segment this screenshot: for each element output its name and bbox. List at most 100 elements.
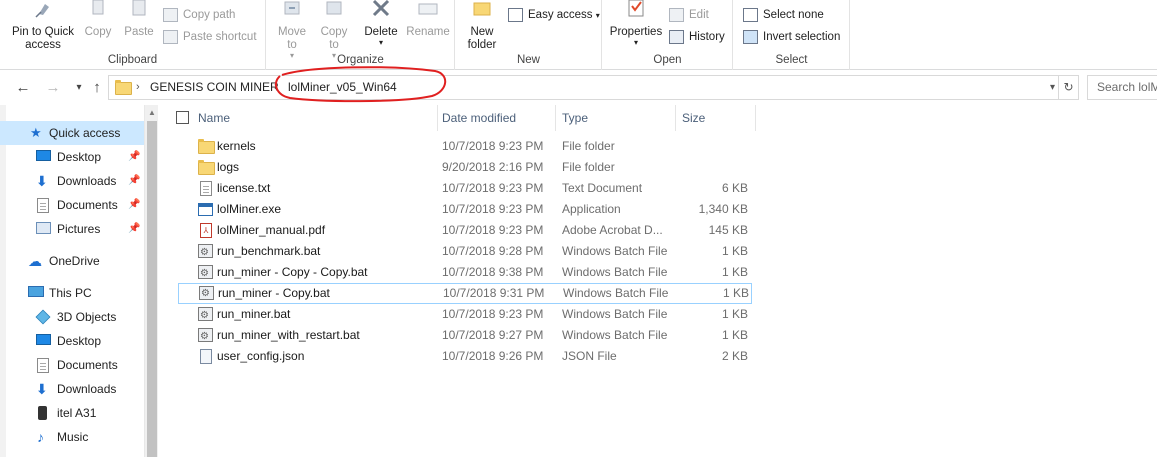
pin-icon[interactable]: 📌	[128, 145, 140, 169]
easy-access-label: Easy access	[528, 9, 593, 21]
annotation-circle	[274, 66, 447, 103]
edit-button[interactable]: Edit	[669, 6, 709, 24]
properties-icon	[628, 0, 644, 17]
file-row[interactable]: lolMiner.exe 10/7/2018 9:23 PM Application…	[178, 199, 752, 220]
file-date-modified: 10/7/2018 9:23 PM	[442, 307, 544, 321]
file-row[interactable]: run_miner - Copy - Copy.bat 10/7/2018 9:3…	[178, 262, 752, 284]
breadcrumb-separator: ›	[136, 81, 140, 93]
nav-item-desktop[interactable]: Desktop	[0, 329, 144, 353]
scrollbar-thumb[interactable]	[147, 121, 157, 457]
file-type: Text Document	[562, 181, 643, 195]
easy-access-icon	[508, 8, 523, 22]
nav-item-label: itel A31	[57, 406, 97, 420]
file-name: run_miner - Copy - Copy.bat	[217, 265, 368, 279]
paste-icon	[132, 0, 146, 16]
up-button[interactable]: ↑	[88, 79, 106, 97]
properties-button[interactable]: Properties ▾	[607, 0, 665, 47]
nav-item-documents[interactable]: Documents	[0, 353, 144, 377]
refresh-button[interactable]: ↻	[1059, 75, 1079, 100]
nav-item-this-pc[interactable]: This PC	[0, 281, 144, 305]
nav-item-quick-access[interactable]: ★ Quick access	[0, 121, 144, 145]
pin-icon[interactable]: 📌	[128, 217, 140, 241]
pin-quick-access-label: Pin to Quick access	[12, 26, 74, 51]
file-name: kernels	[217, 139, 256, 153]
file-date-modified: 10/7/2018 9:26 PM	[442, 349, 544, 363]
column-header-date-modified[interactable]: Date modified	[436, 105, 556, 131]
delete-icon	[372, 0, 390, 17]
pin-icon[interactable]: 📌	[128, 193, 140, 217]
file-row[interactable]: run_miner_with_restart.bat 10/7/2018 9:27…	[178, 325, 752, 347]
file-row[interactable]: logs 9/20/2018 2:16 PM File folder	[178, 157, 752, 178]
file-size: 1 KB	[721, 244, 748, 258]
select-none-button[interactable]: Select none	[743, 6, 824, 24]
paste-shortcut-button[interactable]: Paste shortcut	[163, 28, 257, 46]
file-size: 1 KB	[722, 286, 749, 300]
open-group-label: Open	[653, 54, 682, 66]
copy-to-label: Copy to	[320, 26, 348, 51]
nav-item-downloads-pinned[interactable]: ⬇ Downloads 📌	[0, 169, 144, 193]
move-to-button[interactable]: Move to ▾	[273, 0, 311, 60]
column-header-name[interactable]: Name	[192, 105, 438, 131]
file-date-modified: 10/7/2018 9:23 PM	[442, 223, 544, 237]
nav-item-desktop-pinned[interactable]: Desktop 📌	[0, 145, 144, 169]
nav-item-label: Documents	[57, 358, 118, 372]
documents-icon	[37, 198, 53, 213]
nav-item-itel-a31[interactable]: itel A31	[0, 401, 144, 425]
search-placeholder: Search lolMiner_v05_Win64	[1097, 80, 1157, 94]
easy-access-button[interactable]: Easy access ▾	[508, 6, 600, 24]
select-all-checkbox[interactable]	[176, 111, 189, 124]
paste-button[interactable]: Paste	[120, 0, 158, 39]
file-row[interactable]: license.txt 10/7/2018 9:23 PM Text Documen…	[178, 178, 752, 199]
file-row[interactable]: run_benchmark.bat10/7/2018 9:28 PMWindow…	[178, 241, 752, 263]
history-button[interactable]: History	[669, 28, 725, 46]
clipboard-group: Pin to Quick access Copy Paste Copy path…	[0, 0, 266, 70]
download-icon: ⬇	[36, 173, 48, 189]
file-row[interactable]: run_miner - Copy.bat10/7/2018 9:31 PMWin…	[178, 283, 752, 304]
column-header-size[interactable]: Size	[676, 105, 756, 131]
back-button[interactable]: ←	[14, 79, 32, 97]
copy-button[interactable]: Copy	[80, 0, 116, 39]
address-folder-icon	[115, 80, 132, 95]
invert-selection-button[interactable]: Invert selection	[743, 28, 840, 46]
batch-file-icon	[198, 326, 213, 347]
pin-quick-access-button[interactable]: Pin to Quick access	[6, 0, 80, 52]
copy-path-icon	[163, 8, 178, 22]
nav-item-music[interactable]: ♪ Music	[0, 425, 144, 449]
address-bar[interactable]: › GENESIS COIN MINER › lolMiner_v05_Win6…	[108, 75, 1059, 100]
copy-path-button[interactable]: Copy path	[163, 6, 235, 24]
nav-item-downloads[interactable]: ⬇ Downloads	[0, 377, 144, 401]
new-folder-icon	[473, 2, 491, 16]
nav-pane-scrollbar[interactable]: ▲	[144, 105, 158, 457]
pin-icon[interactable]: 📌	[128, 169, 140, 193]
new-folder-label: New folder	[467, 26, 497, 51]
ribbon: Pin to Quick access Copy Paste Copy path…	[0, 0, 1157, 70]
file-name: lolMiner_manual.pdf	[217, 223, 326, 237]
nav-item-pictures-pinned[interactable]: Pictures 📌	[0, 217, 144, 241]
music-icon: ♪	[37, 429, 44, 445]
nav-item-3d-objects[interactable]: 3D Objects	[0, 305, 144, 329]
copy-to-button[interactable]: Copy to ▾	[315, 0, 353, 60]
breadcrumb-genesis-coin-miner[interactable]: GENESIS COIN MINER	[150, 76, 279, 99]
file-row[interactable]: user_config.json 10/7/2018 9:26 PM JSON Fi…	[178, 346, 752, 367]
search-box[interactable]: Search lolMiner_v05_Win64	[1087, 75, 1157, 100]
delete-button[interactable]: Delete ▾	[361, 0, 401, 47]
address-dropdown-icon[interactable]: ▾	[1050, 76, 1055, 99]
file-type: Application	[562, 202, 621, 216]
file-name: lolMiner.exe	[217, 202, 282, 216]
column-header-type[interactable]: Type	[556, 105, 676, 131]
new-folder-button[interactable]: New folder	[462, 0, 502, 52]
nav-item-documents-pinned[interactable]: Documents 📌	[0, 193, 144, 217]
scroll-up-arrow-icon[interactable]: ▲	[145, 107, 159, 119]
history-icon	[669, 30, 684, 44]
file-row[interactable]: run_miner.bat10/7/2018 9:23 PMWindows Ba…	[178, 304, 752, 326]
file-row[interactable]: kernels 10/7/2018 9:23 PM File folder	[178, 136, 752, 157]
forward-button[interactable]: →	[44, 79, 62, 97]
desktop-icon	[36, 334, 52, 348]
open-group: Properties ▾ Edit History Open	[603, 0, 733, 70]
file-row[interactable]: ⅄ lolMiner_manual.pdf 10/7/2018 9:23 PM Ado…	[178, 220, 752, 241]
rename-button[interactable]: Rename	[405, 0, 451, 39]
nav-item-label: Desktop	[57, 150, 102, 164]
phone-icon	[38, 406, 54, 420]
nav-item-onedrive[interactable]: ☁ OneDrive	[0, 249, 144, 273]
recent-locations-button[interactable]: ▾	[70, 79, 88, 97]
